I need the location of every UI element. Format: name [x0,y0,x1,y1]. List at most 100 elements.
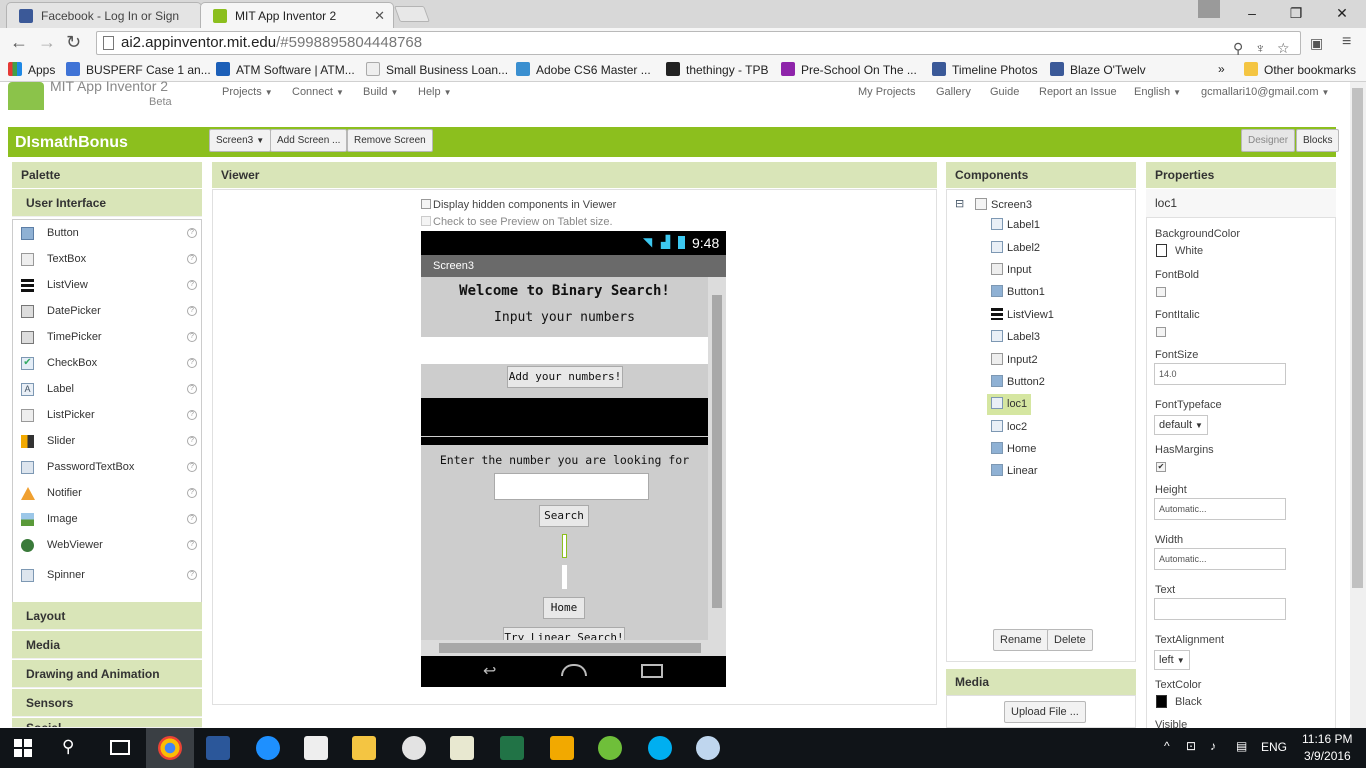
screen-scrollbar[interactable] [708,277,726,640]
component-button2[interactable]: Button2 [991,373,1045,391]
palette-item-listpicker[interactable]: ListPicker? [13,402,201,428]
component-label1[interactable]: Label1 [991,216,1040,234]
screen-hscrollbar[interactable] [421,640,726,656]
bookmark-timeline[interactable]: Timeline Photos [932,62,1038,77]
menu-help[interactable]: Help ▼ [418,86,452,98]
width-input[interactable]: Automatic... [1154,548,1286,570]
component-loc1[interactable]: loc1 [987,394,1032,415]
loc1-label[interactable] [562,534,567,558]
delete-button[interactable]: Delete [1047,629,1093,651]
help-icon[interactable]: ? [187,540,197,550]
language-indicator[interactable]: ENG [1261,740,1287,754]
search-number-input[interactable] [494,473,649,500]
palette-category-drawing[interactable]: Drawing and Animation [12,660,202,688]
star-icon[interactable]: ☆ [1277,37,1290,59]
network-icon[interactable]: ⊡ [1186,739,1196,753]
notifications-icon[interactable]: ▤ [1236,739,1247,753]
spreadsheet-icon[interactable] [450,736,474,760]
color-swatch-black[interactable] [1156,695,1167,708]
language-menu[interactable]: English ▼ [1134,86,1181,98]
palette-item-spinner[interactable]: Spinner? [13,562,201,588]
volume-icon[interactable]: ♪ [1210,739,1216,753]
help-icon[interactable]: ? [187,254,197,264]
bookmarks-overflow[interactable]: » [1218,62,1225,76]
chrome-icon[interactable] [158,736,182,760]
palette-item-label[interactable]: A Label? [13,376,201,402]
menu-projects[interactable]: Projects ▼ [222,86,273,98]
enter-number-label[interactable]: Enter the number you are looking for [421,453,708,467]
component-label2[interactable]: Label2 [991,239,1040,257]
menu-build[interactable]: Build ▼ [363,86,398,98]
paint-icon[interactable] [696,736,720,760]
scrollbar-thumb[interactable] [712,295,722,608]
file-explorer-icon[interactable] [352,736,376,760]
numbers-input[interactable] [421,337,708,364]
scrollbar-thumb[interactable] [1352,88,1363,588]
component-label3[interactable]: Label3 [991,328,1040,346]
back-icon[interactable]: ← [10,32,28,53]
help-icon[interactable]: ? [187,410,197,420]
upload-file-button[interactable]: Upload File ... [1004,701,1086,723]
hidden-components-checkbox[interactable]: Display hidden components in Viewer [421,199,616,211]
checkbox[interactable] [421,216,431,226]
edge-icon[interactable] [256,736,280,760]
address-bar[interactable]: ai2.appinventor.mit.edu/#599889580444876… [96,31,1301,56]
other-bookmarks[interactable]: Other bookmarks [1244,62,1356,77]
help-icon[interactable]: ? [187,384,197,394]
palette-item-button[interactable]: Button? [13,220,201,246]
palette-category-media[interactable]: Media [12,631,202,659]
close-window-button[interactable]: ✕ [1320,0,1364,26]
word-icon[interactable] [206,736,230,760]
fonttypeface-dropdown[interactable]: default ▼ [1154,415,1208,435]
designer-button[interactable]: Designer [1241,129,1296,152]
help-icon[interactable]: ? [187,488,197,498]
palette-item-image[interactable]: Image? [13,506,201,532]
bookmark-small-business[interactable]: Small Business Loan... [366,62,508,77]
help-icon[interactable]: ? [187,570,197,580]
skype-icon[interactable] [648,736,672,760]
task-view-icon[interactable] [110,740,130,755]
input-prompt-label[interactable]: Input your numbers [421,310,708,325]
palette-category-social[interactable]: Social [12,718,202,728]
show-hidden-icons[interactable]: ^ [1164,739,1170,753]
utorrent-icon[interactable] [598,736,622,760]
collapse-icon[interactable]: ⊟ [955,195,964,213]
pin-icon[interactable]: ♆ [1255,37,1266,59]
text-input[interactable] [1154,598,1286,620]
welcome-label[interactable]: Welcome to Binary Search! [421,283,708,299]
palette-item-timepicker[interactable]: TimePicker? [13,324,201,350]
link-report-issue[interactable]: Report an Issue [1039,86,1117,98]
search-button[interactable]: Search [539,505,589,527]
media-player-icon[interactable] [550,736,574,760]
help-icon[interactable]: ? [187,280,197,290]
fontitalic-checkbox[interactable] [1156,327,1166,337]
help-icon[interactable]: ? [187,358,197,368]
component-input2[interactable]: Input2 [991,351,1038,369]
blocks-button[interactable]: Blocks [1296,129,1340,152]
textalignment-dropdown[interactable]: left ▼ [1154,650,1190,670]
help-icon[interactable]: ? [187,462,197,472]
menu-connect[interactable]: Connect ▼ [292,86,344,98]
add-screen-button[interactable]: Add Screen ... [270,129,348,152]
bookmark-busperf[interactable]: BUSPERF Case 1 an... [66,62,211,77]
component-button1[interactable]: Button1 [991,283,1045,301]
palette-item-listview[interactable]: ListView? [13,272,201,298]
bookmark-preschool[interactable]: Pre-School On The ... [781,62,917,77]
itunes-icon[interactable] [402,736,426,760]
link-gallery[interactable]: Gallery [936,86,971,98]
component-home[interactable]: Home [991,440,1036,458]
color-swatch-white[interactable] [1156,244,1167,257]
palette-item-notifier[interactable]: Notifier? [13,480,201,506]
store-icon[interactable] [304,736,328,760]
forward-icon[interactable]: → [38,32,56,53]
help-icon[interactable]: ? [187,306,197,316]
loc2-label[interactable] [562,565,567,589]
prop-backgroundcolor-value[interactable]: White [1175,245,1203,257]
tablet-preview-checkbox[interactable]: Check to see Preview on Tablet size. [421,216,613,228]
palette-category-user-interface[interactable]: User Interface [12,189,202,217]
search-icon[interactable]: ⚲ [62,737,74,757]
component-input[interactable]: Input [991,261,1031,279]
bookmark-atm[interactable]: ATM Software | ATM... [216,62,355,77]
palette-item-checkbox[interactable]: ✔ CheckBox? [13,350,201,376]
help-icon[interactable]: ? [187,332,197,342]
